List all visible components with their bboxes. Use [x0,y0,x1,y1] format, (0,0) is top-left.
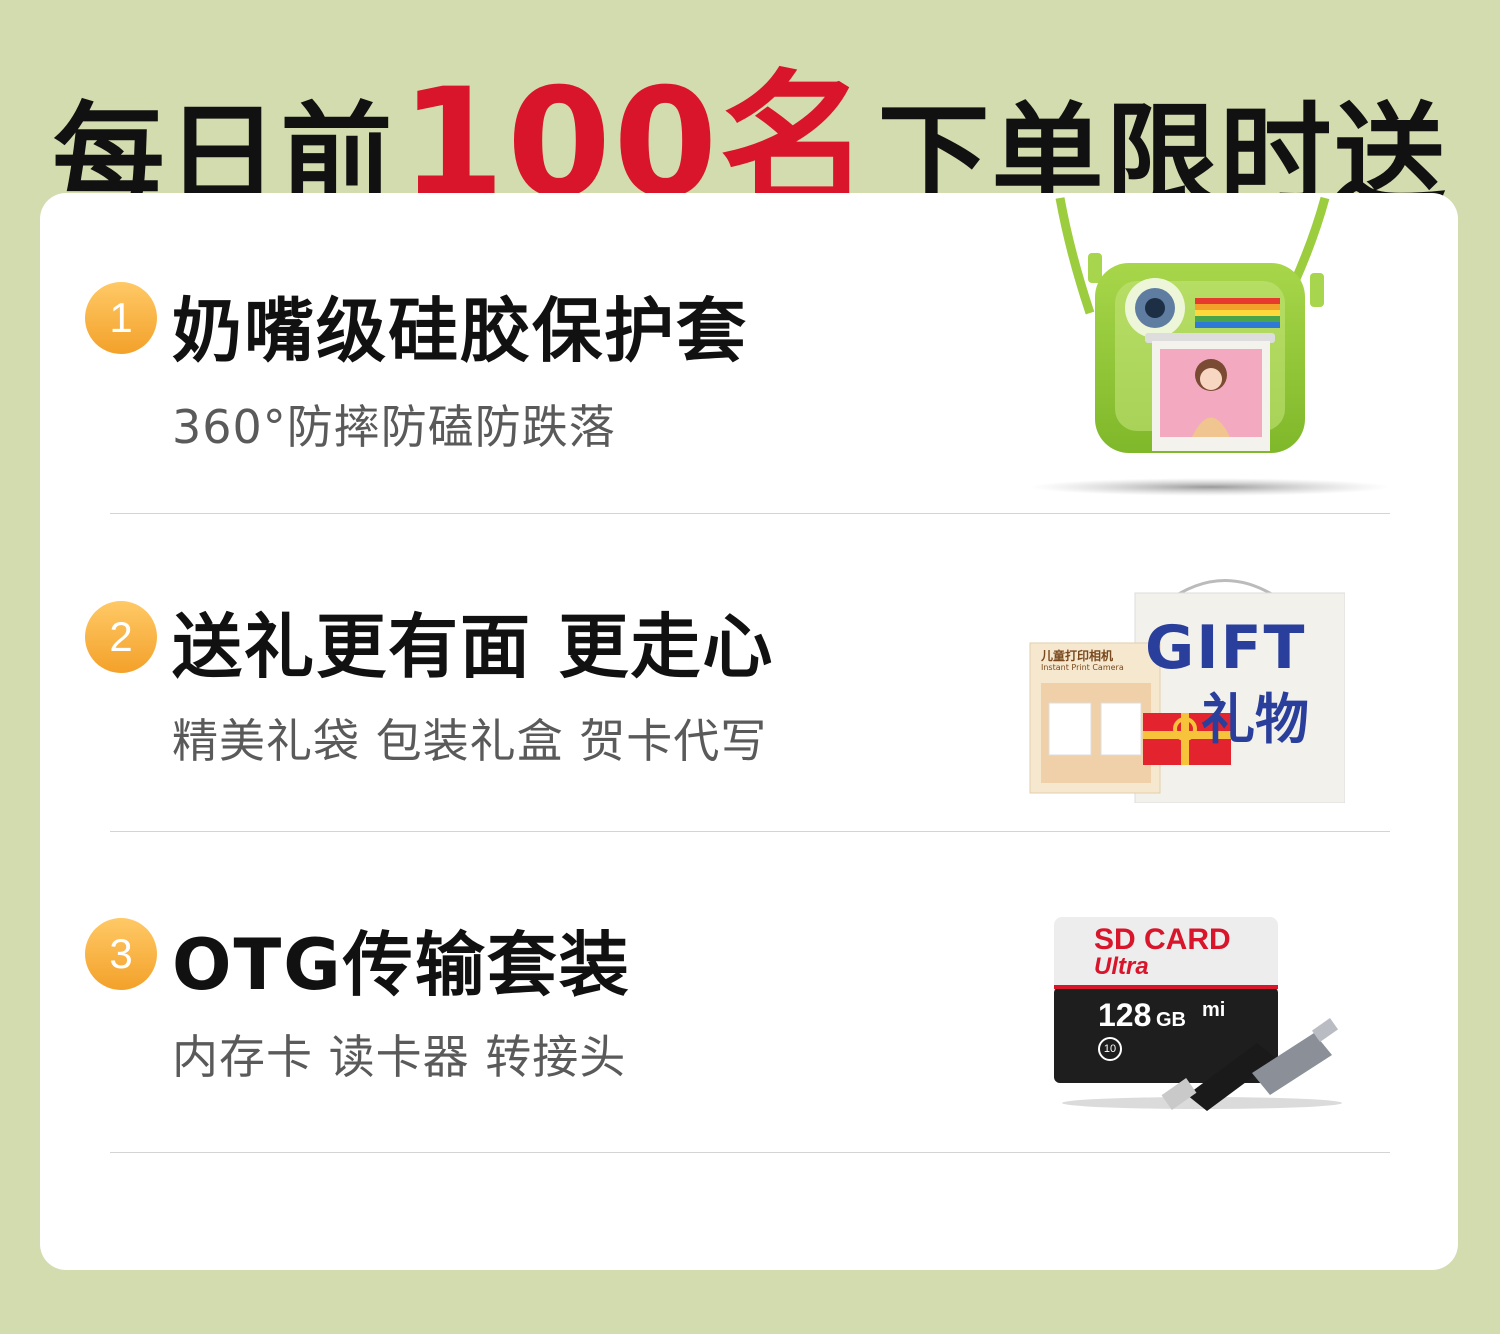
card-brand: mi [1202,999,1226,1021]
card-capacity: 128 [1098,997,1152,1033]
gift-item-3: 3 OTG传输套装 内存卡 读卡器 转接头 SD CARD Ultra 128 … [40,833,1458,1151]
gift-bag-icon: GIFT 礼物 儿童打印相机 Instant Print Camera [1025,563,1345,803]
item-number-badge: 1 [85,282,157,354]
card-sub: Ultra [1094,953,1149,980]
gift-card-panel: 1 奶嘴级硅胶保护套 360°防摔防磕防跌落 2 送礼更有面 更走心 精美礼袋 … [40,193,1458,1270]
item-divider [110,513,1390,514]
sd-card-icon: SD CARD Ultra 128 GB mi 10 [1052,915,1352,1115]
item-title: 送礼更有面 更走心 [172,606,775,688]
box-sublabel: Instant Print Camera [1041,663,1124,672]
bag-text-chinese: 礼物 [1201,688,1309,751]
item-subtitle: 360°防摔防磕防跌落 [172,400,616,454]
item-divider [110,831,1390,832]
item-title: OTG传输套装 [172,924,631,1006]
item-subtitle: 精美礼袋 包装礼盒 贺卡代写 [172,714,768,768]
camera-case-icon [1030,196,1390,496]
item-divider [110,1152,1390,1153]
item-subtitle: 内存卡 读卡器 转接头 [172,1030,627,1084]
gift-item-1: 1 奶嘴级硅胶保护套 360°防摔防磕防跌落 [40,193,1458,511]
promo-headline: 每日前100名下单限时送 [0,22,1500,231]
item-title: 奶嘴级硅胶保护套 [172,290,748,372]
card-title: SD CARD [1094,923,1231,956]
item-number-badge: 2 [85,601,157,673]
bag-text-gift: GIFT [1145,613,1307,683]
card-capacity-unit: GB [1156,1009,1186,1031]
box-label: 儿童打印相机 [1041,649,1114,663]
item-number-badge: 3 [85,918,157,990]
card-class: 10 [1098,1037,1122,1061]
gift-item-2: 2 送礼更有面 更走心 精美礼袋 包装礼盒 贺卡代写 GIFT 礼物 儿童打印相… [40,515,1458,833]
